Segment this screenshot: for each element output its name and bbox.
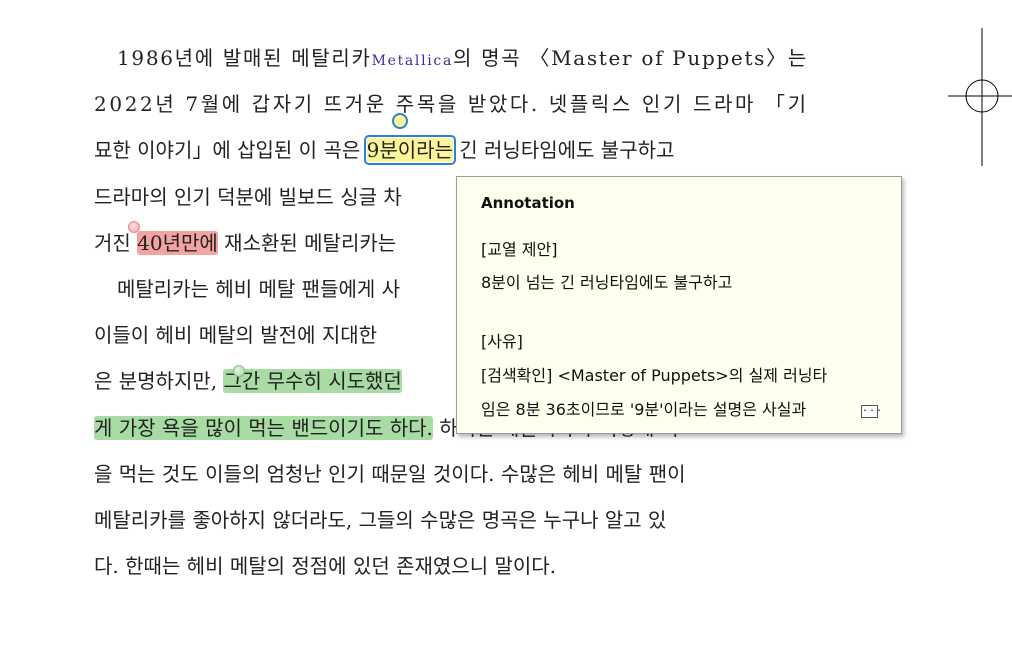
text-line: 2022년 7월에 갑자기 뜨거운 주목을 받았다. 넷플릭스 인기 드라마 「…	[94, 84, 806, 124]
text-segment: 재소환된 메탈리카는	[217, 230, 397, 255]
text-segment: 드라마의 인기 덕분에 빌보드 싱글 차	[94, 184, 402, 209]
text-line: 묘한 이야기」에 삽입된 이 곡은 9분이라는 긴 러닝타임에도 불구하고	[94, 130, 806, 170]
annotation-marker-red[interactable]	[128, 221, 140, 233]
annotation-popup[interactable]: Annotation [교열 제안] 8분이 넘는 긴 러닝타임에도 불구하고 …	[456, 176, 902, 434]
crop-mark-crosshair-icon	[948, 28, 1012, 166]
text-line: 메탈리카를 좋아하지 않더라도, 그들의 수많은 명곡은 누구나 알고 있	[94, 500, 806, 540]
text-line: 1986년에 발매된 메탈리카Metallica의 명곡 〈Master of …	[117, 38, 806, 78]
highlighted-text[interactable]: 9분이라는	[363, 135, 456, 166]
annotation-marker-yellow[interactable]	[392, 113, 408, 129]
highlighted-text[interactable]: 게 가장 욕을 많이 먹는 밴드이기도 하다.	[94, 415, 433, 440]
text-segment: 은 분명하지만,	[94, 369, 224, 394]
text-segment: 거진	[94, 230, 138, 255]
text-segment: 이들이 헤비 메탈의 발전에 지대한	[94, 323, 378, 348]
text-segment: 긴 러닝타임에도 불구하고	[452, 138, 675, 163]
annotation-line: 임은 8분 36초이므로 '9분'이라는 설명은 사실과	[481, 400, 807, 419]
text-segment: 2022년 7월에 갑자기 뜨거운 주목을 받았다. 넷플릭스 인기 드라마 「…	[94, 92, 809, 117]
text-line: 다. 한때는 헤비 메탈의 정점에 있던 존재였으니 말이다.	[94, 546, 806, 586]
text-segment: 의 명곡 〈Master of Puppets〉는	[453, 46, 808, 70]
highlighted-text: Metallica	[371, 53, 454, 69]
text-segment: 메탈리카를 좋아하지 않더라도, 그들의 수많은 명곡은 누구나 알고 있	[94, 508, 667, 532]
highlighted-text[interactable]: 그간 무수히 시도했던	[223, 369, 402, 394]
annotation-marker-green[interactable]	[233, 365, 245, 377]
annotation-line: 8분이 넘는 긴 러닝타임에도 불구하고	[481, 273, 733, 292]
annotation-line: [검색확인] <Master of Puppets>의 실제 러닝타	[481, 366, 828, 385]
annotation-popup-title: Annotation	[481, 194, 575, 212]
text-segment: 1986년에 발매된 메탈리카	[117, 46, 372, 70]
annotation-line: [교열 제안]	[481, 240, 558, 259]
text-line: 을 먹는 것도 이들의 엄청난 인기 때문일 것이다. 수많은 헤비 메탈 팬이	[94, 454, 806, 494]
annotation-line: [사유]	[481, 332, 523, 351]
text-segment: 을 먹는 것도 이들의 엄청난 인기 때문일 것이다. 수많은 헤비 메탈 팬이	[94, 461, 686, 486]
highlighted-text[interactable]: 40년만에	[137, 230, 218, 255]
ellipsis-icon[interactable]: ...	[861, 404, 882, 418]
text-segment: 묘한 이야기」에 삽입된 이 곡은	[94, 138, 367, 163]
text-segment: 메탈리카는 헤비 메탈 팬들에게 사	[117, 277, 401, 301]
text-segment: 다. 한때는 헤비 메탈의 정점에 있던 존재였으니 말이다.	[94, 554, 557, 579]
